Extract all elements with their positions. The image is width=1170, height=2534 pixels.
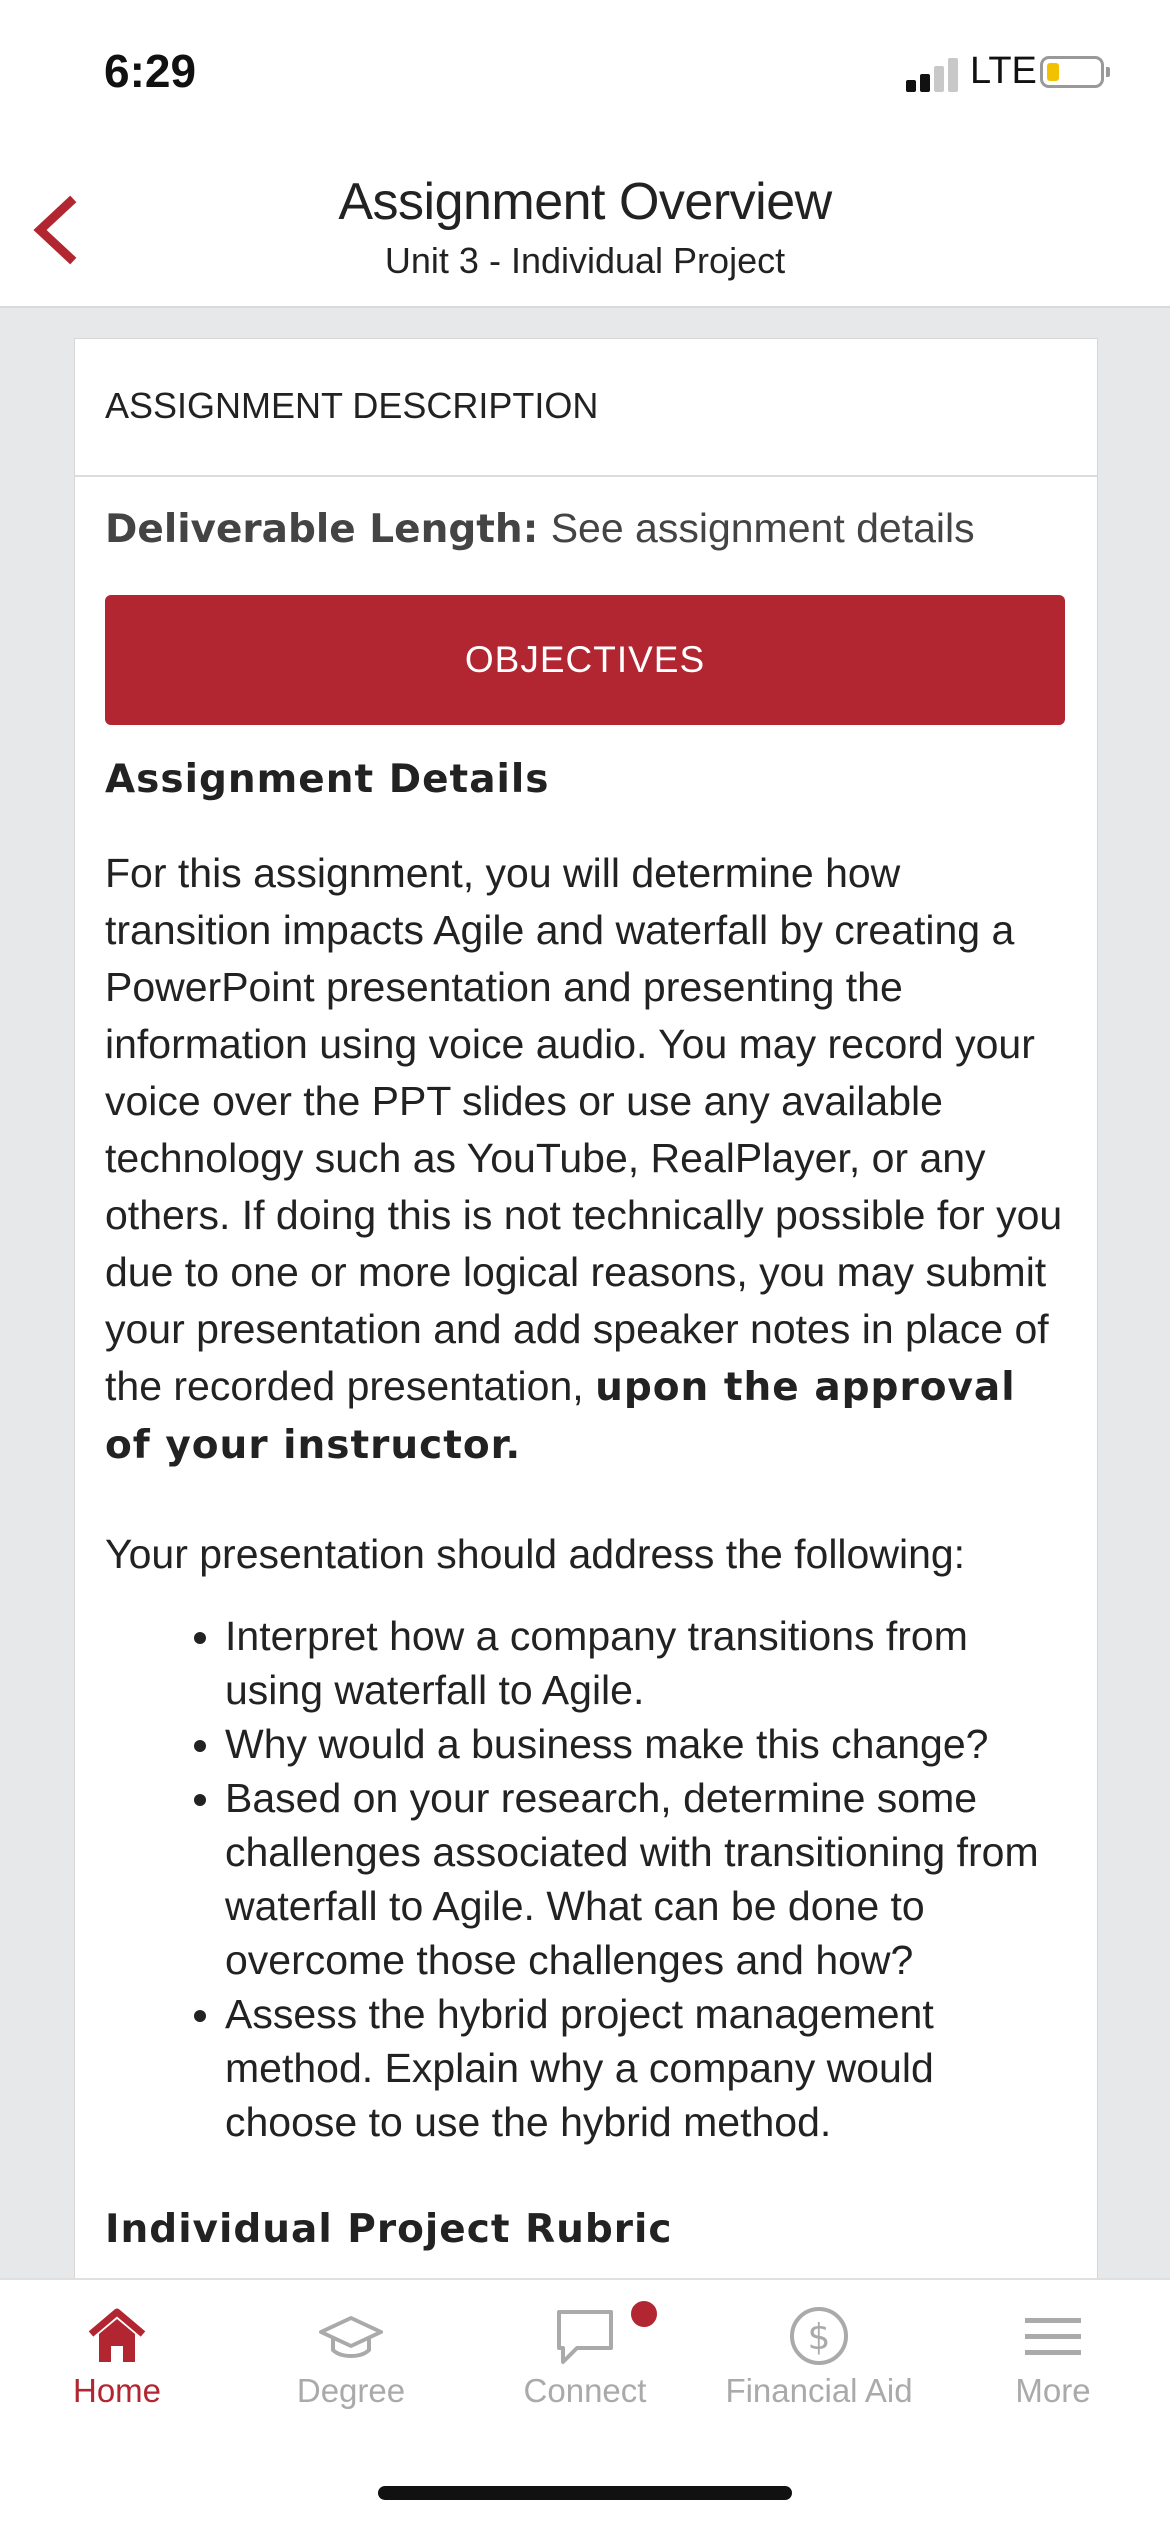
battery-icon: [1040, 56, 1110, 88]
dollar-circle-icon: $: [790, 2307, 848, 2365]
chat-bubble-icon: [557, 2310, 613, 2364]
tab-label: Degree: [296, 2372, 406, 2409]
deliverable-length: Deliverable Length: See assignment detai…: [105, 505, 975, 552]
assignment-card: ASSIGNMENT DESCRIPTION Deliverable Lengt…: [74, 338, 1098, 2289]
signal-icon: [906, 56, 958, 92]
rubric-title: Individual Project Rubric: [105, 2207, 673, 2252]
tab-financial-aid[interactable]: $ Financial Aid: [702, 2280, 936, 2440]
tab-label: Home: [72, 2372, 162, 2409]
status-bar: 6:29 LTE: [0, 0, 1170, 150]
tab-label: Financial Aid: [725, 2372, 913, 2409]
tab-label: More: [1015, 2372, 1091, 2409]
details-title: Assignment Details: [105, 757, 550, 802]
tab-connect[interactable]: Connect: [468, 2280, 702, 2440]
status-time: 6:29: [104, 45, 197, 97]
list-item: Assess the hybrid project management met…: [225, 1987, 1065, 2149]
address-intro: Your presentation should address the fol…: [105, 1531, 966, 1577]
tab-home[interactable]: Home: [0, 2280, 234, 2440]
list-item: Based on your research, determine some c…: [225, 1771, 1065, 1987]
section-label: ASSIGNMENT DESCRIPTION: [105, 385, 599, 426]
nav-header: Assignment Overview Unit 3 - Individual …: [0, 150, 1170, 308]
page-title: Assignment Overview: [338, 173, 832, 231]
deliverable-value: See assignment details: [550, 505, 975, 551]
paragraph-text: For this assignment, you will determine …: [105, 850, 1063, 1409]
page-subtitle: Unit 3 - Individual Project: [384, 240, 786, 281]
home-indicator[interactable]: [378, 2486, 792, 2500]
objectives-button[interactable]: OBJECTIVES: [105, 595, 1065, 725]
network-label: LTE: [970, 50, 1037, 92]
notification-badge: [628, 2298, 660, 2330]
assignment-paragraph: For this assignment, you will determine …: [105, 845, 1065, 1474]
tab-label: Connect: [523, 2372, 647, 2409]
menu-icon: [1025, 2318, 1081, 2355]
tab-degree[interactable]: Degree: [234, 2280, 468, 2440]
list-item: Interpret how a company transitions from…: [225, 1609, 1065, 1717]
deliverable-label: Deliverable Length:: [105, 507, 539, 552]
svg-text:$: $: [808, 2317, 831, 2358]
tab-more[interactable]: More: [936, 2280, 1170, 2440]
list-item: Why would a business make this change?: [225, 1717, 1065, 1771]
requirements-list: Interpret how a company transitions from…: [105, 1609, 1065, 2149]
graduation-cap-icon: [319, 2316, 383, 2358]
home-icon: [88, 2308, 146, 2362]
card-header: ASSIGNMENT DESCRIPTION: [75, 339, 1097, 477]
